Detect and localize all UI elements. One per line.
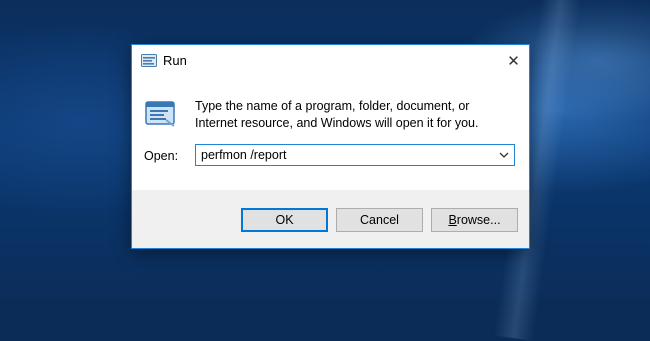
close-button[interactable]: ✕ — [498, 45, 529, 76]
open-input[interactable]: perfmon /report — [196, 148, 494, 162]
open-combobox[interactable]: perfmon /report — [195, 144, 515, 166]
browse-label: Browse... — [448, 213, 501, 227]
open-label-text: Open: — [144, 149, 179, 163]
instruction-text: Type the name of a program, folder, docu… — [195, 99, 479, 130]
button-bar: OK Cancel Browse... — [132, 190, 529, 248]
window-title: Run — [163, 53, 187, 68]
run-dialog: Run ✕ Type the name of a program, folder… — [131, 44, 530, 249]
browse-button[interactable]: Browse... — [431, 208, 518, 232]
dialog-body: Type the name of a program, folder, docu… — [132, 76, 529, 190]
open-label: Open: — [144, 149, 178, 163]
run-app-icon — [141, 54, 157, 67]
chevron-down-glyph — [499, 152, 509, 158]
close-icon: ✕ — [507, 52, 520, 70]
ok-button[interactable]: OK — [241, 208, 328, 232]
cancel-button[interactable]: Cancel — [336, 208, 423, 232]
run-icon — [145, 101, 175, 127]
title-bar[interactable]: Run ✕ — [132, 45, 529, 76]
chevron-down-icon[interactable] — [494, 145, 514, 165]
